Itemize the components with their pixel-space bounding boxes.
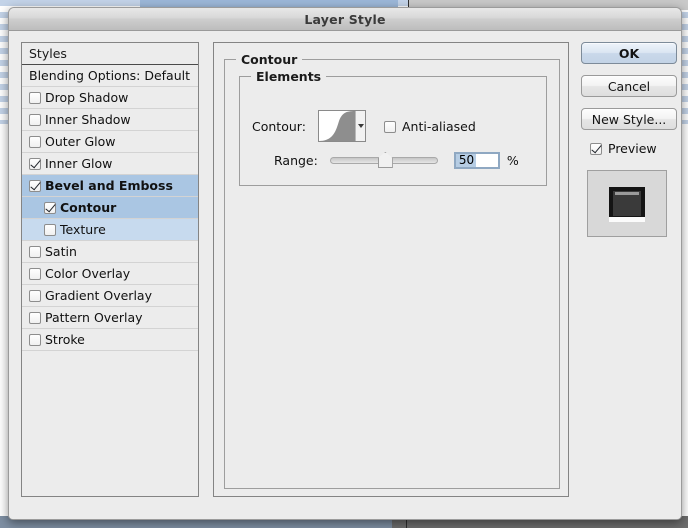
- new-style-button[interactable]: New Style...: [581, 108, 677, 130]
- sidebar-item-checkbox[interactable]: [29, 91, 41, 104]
- range-input[interactable]: 50: [453, 152, 500, 169]
- sidebar-item-list: Drop Shadow Inner Shadow Outer Glow Inner G…: [22, 87, 198, 351]
- sidebar-item-contour[interactable]: Contour: [22, 197, 198, 219]
- sidebar-item-pattern-overlay[interactable]: Pattern Overlay: [22, 307, 198, 329]
- sidebar-item-label: Pattern Overlay: [45, 310, 143, 325]
- dialog-title: Layer Style: [304, 11, 386, 27]
- sidebar-item-blending-options[interactable]: Blending Options: Default: [22, 65, 198, 87]
- preview-label: Preview: [608, 141, 657, 156]
- preview-checkbox-box[interactable]: [590, 142, 602, 155]
- contour-curve-icon: [319, 111, 355, 141]
- layer-preview-thumbnail: [587, 170, 667, 237]
- sidebar-item-checkbox[interactable]: [29, 289, 41, 302]
- sidebar-item-label: Blending Options: Default: [29, 68, 190, 83]
- sidebar-item-label: Texture: [60, 222, 106, 237]
- sidebar-item-bevel-and-emboss[interactable]: Bevel and Emboss: [22, 175, 198, 197]
- layer-style-dialog: Layer Style Styles Blending Options: Def…: [8, 7, 682, 520]
- elements-group: Elements Contour: Anti-aliased Range: 50…: [239, 69, 547, 186]
- sidebar-item-label: Gradient Overlay: [45, 288, 152, 303]
- sidebar-item-label: Drop Shadow: [45, 90, 129, 105]
- sidebar-item-outer-glow[interactable]: Outer Glow: [22, 131, 198, 153]
- range-input-value: 50: [455, 154, 477, 167]
- sidebar-item-label: Inner Shadow: [45, 112, 131, 127]
- dialog-titlebar[interactable]: Layer Style: [9, 8, 681, 31]
- preview-checkbox[interactable]: Preview: [590, 141, 677, 156]
- sidebar-item-label: Satin: [45, 244, 77, 259]
- sidebar-item-checkbox[interactable]: [29, 333, 41, 346]
- styles-sidebar: Styles Blending Options: Default Drop Sh…: [21, 42, 199, 497]
- sidebar-item-checkbox[interactable]: [29, 179, 41, 192]
- range-unit-label: %: [506, 153, 519, 168]
- sidebar-item-color-overlay[interactable]: Color Overlay: [22, 263, 198, 285]
- range-slider-thumb[interactable]: [377, 152, 393, 168]
- anti-aliased-label: Anti-aliased: [402, 119, 476, 134]
- sidebar-item-gradient-overlay[interactable]: Gradient Overlay: [22, 285, 198, 307]
- dialog-body: Styles Blending Options: Default Drop Sh…: [9, 31, 681, 519]
- range-label: Range:: [274, 153, 318, 168]
- anti-aliased-checkbox[interactable]: Anti-aliased: [384, 119, 476, 134]
- sidebar-item-inner-shadow[interactable]: Inner Shadow: [22, 109, 198, 131]
- sidebar-item-satin[interactable]: Satin: [22, 241, 198, 263]
- anti-aliased-checkbox-box[interactable]: [384, 120, 396, 133]
- contour-group: Contour Elements Contour: Anti-aliased R…: [224, 52, 560, 489]
- sidebar-item-stroke[interactable]: Stroke: [22, 329, 198, 351]
- sidebar-item-texture[interactable]: Texture: [22, 219, 198, 241]
- chevron-down-icon[interactable]: [355, 111, 365, 141]
- sidebar-item-checkbox[interactable]: [29, 135, 41, 148]
- sidebar-item-label: Outer Glow: [45, 134, 116, 149]
- sidebar-item-checkbox[interactable]: [29, 113, 41, 126]
- styles-header: Styles: [22, 43, 198, 65]
- sidebar-item-label: Contour: [60, 200, 117, 215]
- sidebar-item-drop-shadow[interactable]: Drop Shadow: [22, 87, 198, 109]
- sidebar-item-checkbox[interactable]: [44, 223, 56, 236]
- sidebar-item-label: Color Overlay: [45, 266, 131, 281]
- sidebar-item-checkbox[interactable]: [29, 157, 41, 170]
- sidebar-item-checkbox[interactable]: [29, 267, 41, 280]
- dialog-button-column: OK Cancel New Style... Preview: [581, 42, 677, 237]
- contour-settings-panel: Contour Elements Contour: Anti-aliased R…: [213, 42, 569, 497]
- contour-group-title: Contour: [236, 52, 303, 67]
- sidebar-item-label: Bevel and Emboss: [45, 178, 173, 193]
- sidebar-item-label: Stroke: [45, 332, 85, 347]
- sidebar-item-checkbox[interactable]: [29, 311, 41, 324]
- range-control-row: Range: 50 %: [274, 152, 519, 169]
- range-slider[interactable]: [329, 152, 438, 168]
- sidebar-item-checkbox[interactable]: [29, 245, 41, 258]
- contour-curve-swatch[interactable]: [318, 110, 366, 142]
- sidebar-item-label: Inner Glow: [45, 156, 113, 171]
- cancel-button[interactable]: Cancel: [581, 75, 677, 97]
- sidebar-item-checkbox[interactable]: [44, 201, 56, 214]
- elements-group-title: Elements: [251, 69, 327, 84]
- preview-shape: [609, 187, 645, 222]
- contour-field-label: Contour:: [252, 119, 306, 134]
- sidebar-item-inner-glow[interactable]: Inner Glow: [22, 153, 198, 175]
- ok-button[interactable]: OK: [581, 42, 677, 64]
